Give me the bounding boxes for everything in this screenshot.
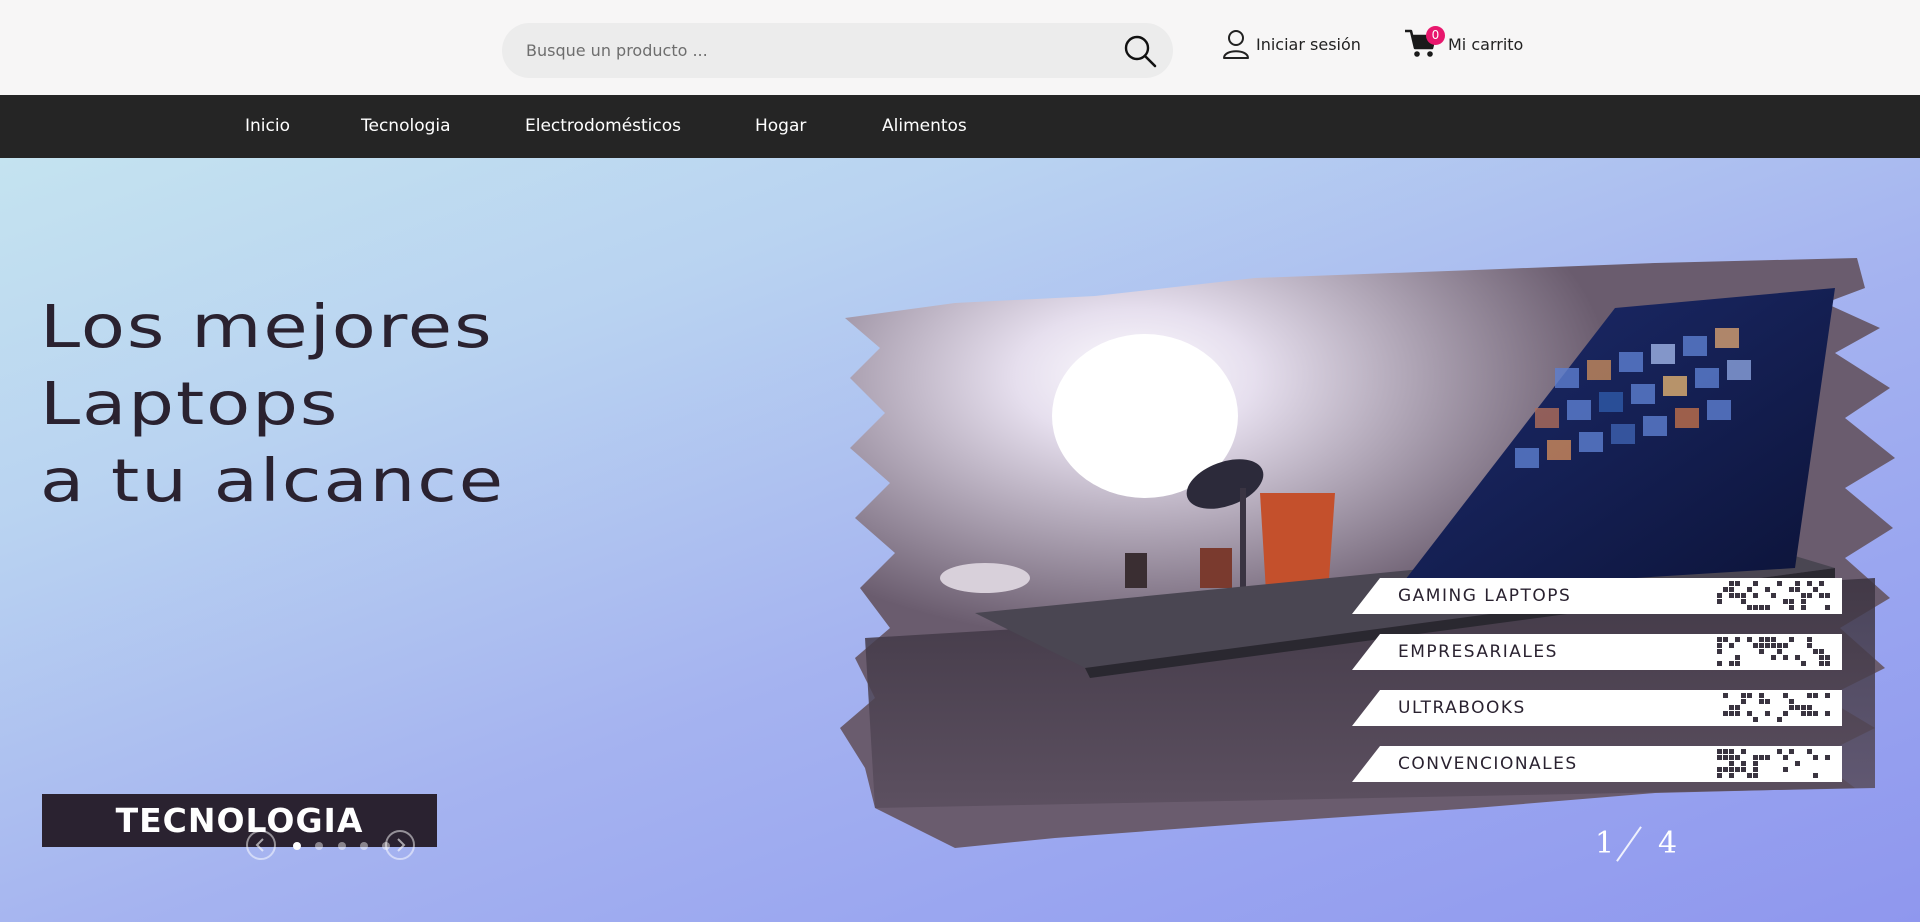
category-convencionales[interactable]: CONVENCIONALES (1352, 746, 1842, 782)
category-gaming-laptops[interactable]: GAMING LAPTOPS (1352, 578, 1842, 614)
slider-dot[interactable] (360, 842, 368, 850)
login-label: Iniciar sesión (1256, 34, 1361, 54)
category-badge: TECNOLOGIA (42, 794, 437, 847)
category-label: ULTRABOOKS (1398, 698, 1526, 718)
nav-item-alimentos[interactable]: Alimentos (882, 95, 967, 158)
pixel-pattern-icon (1717, 749, 1830, 778)
pixel-pattern-icon (1717, 581, 1830, 610)
nav-item-inicio[interactable]: Inicio (245, 95, 290, 158)
hero-slider: Los mejores Laptops a tu alcance TECNOLO… (0, 158, 1920, 922)
search-bar (502, 23, 1173, 78)
category-label: GAMING LAPTOPS (1398, 586, 1572, 606)
slide-counter-current: 1 (1595, 826, 1615, 861)
cart-count-badge: 0 (1426, 26, 1445, 45)
headline-line-1: Los mejores (40, 292, 494, 361)
slide-counter-total: 4 (1658, 826, 1678, 861)
search-button[interactable] (1121, 32, 1159, 70)
hero-headline: Los mejores Laptops a tu alcance (40, 288, 505, 519)
cart-icon-wrap: 0 (1404, 26, 1445, 62)
nav-item-electrodomesticos[interactable]: Electrodomésticos (525, 95, 681, 158)
search-input[interactable] (526, 23, 1086, 78)
category-ultrabooks[interactable]: ULTRABOOKS (1352, 690, 1842, 726)
headline-line-3: a tu alcance (40, 446, 506, 516)
login-link[interactable]: Iniciar sesión (1222, 28, 1361, 60)
chevron-left-icon (255, 838, 264, 852)
nav-item-tecnologia[interactable]: Tecnologia (361, 95, 451, 158)
nav-item-hogar[interactable]: Hogar (755, 95, 806, 158)
pixel-pattern-icon (1723, 693, 1830, 722)
slider-prev-button[interactable] (246, 830, 276, 860)
headline-line-2: Laptops (40, 369, 340, 439)
category-empresariales[interactable]: EMPRESARIALES (1352, 634, 1842, 670)
cart-label: Mi carrito (1448, 34, 1524, 54)
user-icon (1223, 30, 1249, 59)
slider-dot[interactable] (315, 842, 323, 850)
slider-next-button[interactable] (385, 830, 415, 860)
slider-dot[interactable] (293, 842, 301, 850)
category-label: CONVENCIONALES (1398, 754, 1578, 774)
slider-dot[interactable] (338, 842, 346, 850)
main-nav: Inicio Tecnologia Electrodomésticos Hoga… (0, 95, 1920, 158)
top-header: Iniciar sesión 0 Mi carrito (0, 0, 1920, 95)
search-icon (1124, 35, 1157, 68)
category-label: EMPRESARIALES (1398, 642, 1558, 662)
cart-link[interactable]: 0 Mi carrito (1404, 26, 1523, 62)
chevron-right-icon (397, 838, 406, 852)
pixel-pattern-icon (1717, 637, 1830, 666)
